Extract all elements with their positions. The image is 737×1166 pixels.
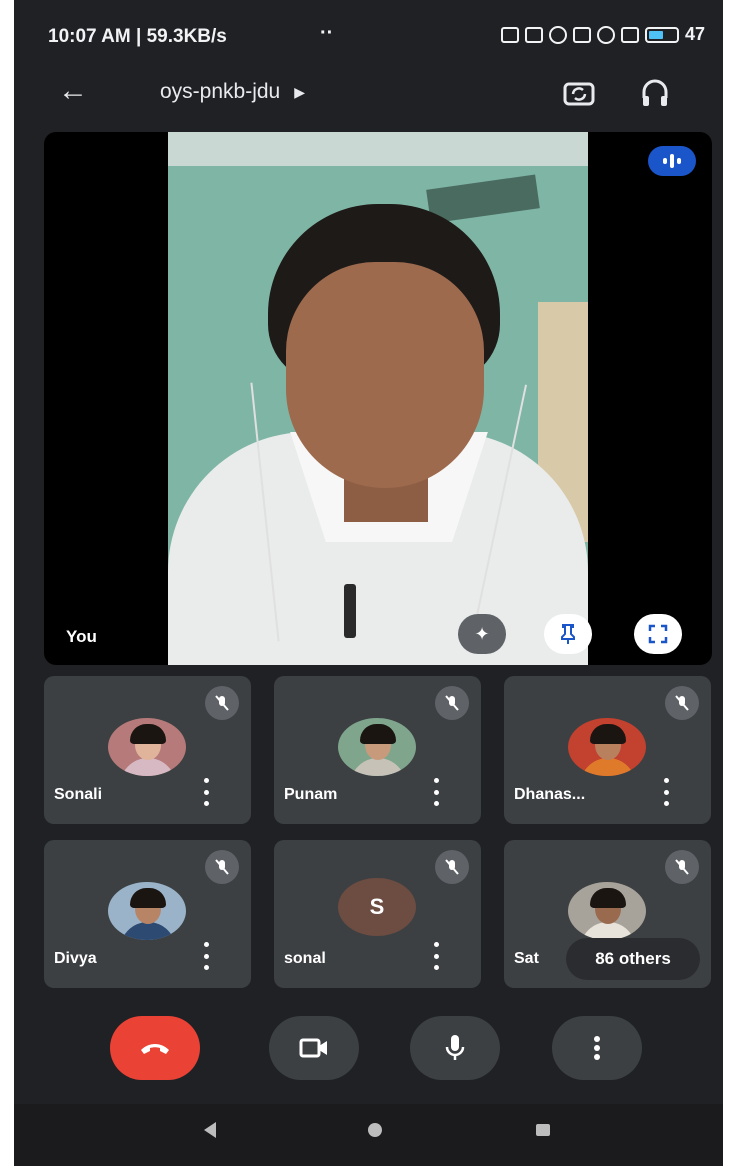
nav-recents-icon[interactable] bbox=[536, 1124, 550, 1136]
top-app-bar: ← oys-pnkb-jdu ▶ bbox=[14, 62, 723, 124]
participant-name: sonal bbox=[284, 950, 326, 967]
more-options-icon[interactable] bbox=[196, 942, 216, 970]
participant-name: Sat bbox=[514, 950, 539, 967]
self-video-tile[interactable]: You ✦ bbox=[44, 132, 712, 665]
volte-2-icon bbox=[572, 26, 591, 43]
pin-icon[interactable] bbox=[544, 614, 592, 654]
others-badge[interactable]: 86 others bbox=[566, 938, 700, 980]
hotspot-2-icon bbox=[596, 25, 615, 44]
mic-off-icon bbox=[205, 686, 239, 720]
participant-name: Punam bbox=[284, 786, 338, 803]
caret-right-icon: ▶ bbox=[294, 83, 306, 100]
self-label: You bbox=[66, 627, 97, 646]
camera-toggle-button[interactable] bbox=[269, 1016, 359, 1080]
status-icons: 47 bbox=[500, 24, 705, 45]
status-bar: 10:07 AM | 59.3KB/s ·· 47 bbox=[14, 0, 723, 62]
meeting-code-button[interactable]: oys-pnkb-jdu ▶ bbox=[160, 80, 305, 104]
participant-tile[interactable]: Sonali bbox=[44, 676, 251, 824]
system-navigation-bar bbox=[14, 1104, 723, 1166]
volte-icon bbox=[500, 26, 519, 43]
effects-sparkle-icon[interactable]: ✦ bbox=[458, 614, 506, 654]
signal-icon bbox=[524, 26, 543, 43]
more-options-button[interactable] bbox=[552, 1016, 642, 1080]
call-controls bbox=[14, 1002, 723, 1102]
participant-tile[interactable]: Dhanas... bbox=[504, 676, 711, 824]
sim-icon bbox=[620, 26, 639, 43]
more-options-icon[interactable] bbox=[656, 778, 676, 806]
more-options-icon[interactable] bbox=[426, 942, 446, 970]
nav-back-icon[interactable] bbox=[204, 1122, 216, 1138]
camera-feed bbox=[168, 132, 588, 665]
fullscreen-icon[interactable] bbox=[634, 614, 682, 654]
more-options-icon[interactable] bbox=[196, 778, 216, 806]
back-arrow-icon[interactable]: ← bbox=[58, 76, 88, 106]
participant-name: Divya bbox=[54, 950, 97, 967]
more-vert-icon bbox=[594, 1036, 600, 1060]
participant-tile[interactable]: Divya bbox=[44, 840, 251, 988]
avatar bbox=[338, 718, 416, 776]
video-camera-icon bbox=[299, 1038, 327, 1058]
mic-off-icon bbox=[665, 850, 699, 884]
participant-name: Dhanas... bbox=[514, 786, 586, 803]
more-options-icon[interactable] bbox=[426, 778, 446, 806]
letter-avatar: S bbox=[338, 878, 416, 936]
microphone-icon bbox=[445, 1035, 465, 1060]
participant-name: Sonali bbox=[54, 786, 103, 803]
mic-off-icon bbox=[435, 686, 469, 720]
mic-off-icon bbox=[665, 686, 699, 720]
battery-icon bbox=[644, 26, 679, 43]
speaking-indicator-icon bbox=[648, 146, 696, 176]
avatar bbox=[568, 718, 646, 776]
headphones-icon[interactable] bbox=[638, 76, 672, 115]
mic-off-icon bbox=[205, 850, 239, 884]
nav-home-icon[interactable] bbox=[368, 1123, 382, 1137]
status-overflow-dots: ·· bbox=[320, 22, 334, 44]
participant-tile[interactable]: S sonal bbox=[274, 840, 481, 988]
switch-camera-icon[interactable] bbox=[562, 76, 596, 115]
participant-tile[interactable]: Punam bbox=[274, 676, 481, 824]
mic-off-icon bbox=[435, 850, 469, 884]
end-call-button[interactable] bbox=[110, 1016, 200, 1080]
battery-percent: 47 bbox=[684, 24, 705, 44]
status-time: 10:07 AM | 59.3KB/s bbox=[48, 26, 227, 47]
meeting-code: oys-pnkb-jdu bbox=[160, 80, 281, 103]
avatar bbox=[108, 718, 186, 776]
avatar bbox=[568, 882, 646, 940]
microphone-toggle-button[interactable] bbox=[410, 1016, 500, 1080]
meet-call-screen: 10:07 AM | 59.3KB/s ·· 47 ← oys-pnkb-jdu… bbox=[14, 0, 723, 1166]
hotspot-icon bbox=[548, 25, 567, 44]
avatar bbox=[108, 882, 186, 940]
participant-tile[interactable]: Sat 86 others bbox=[504, 840, 711, 988]
